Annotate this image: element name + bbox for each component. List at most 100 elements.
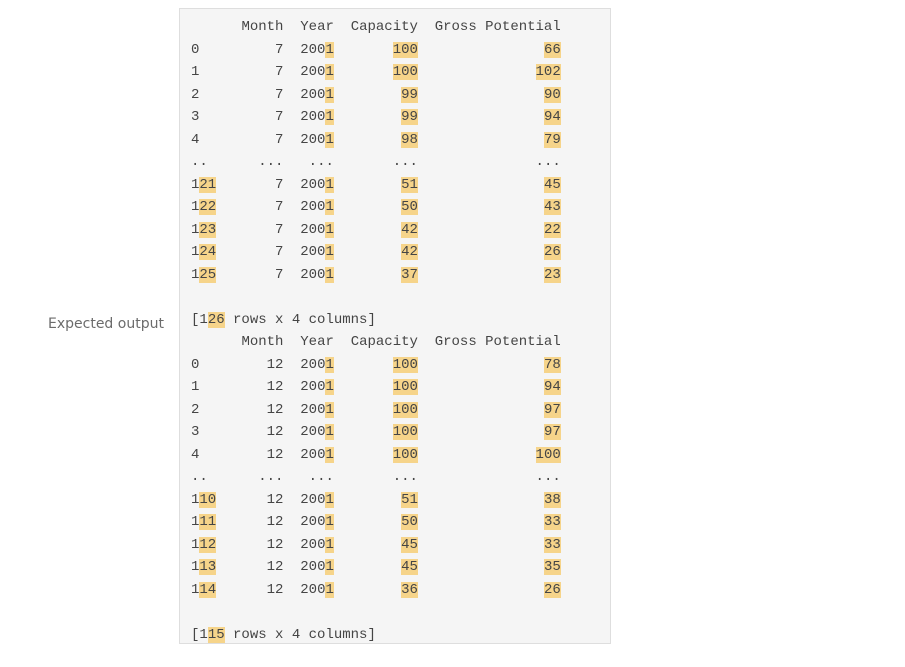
table-row: 125 7 2001 37 23 (191, 264, 561, 287)
table-cell: 51 (401, 176, 418, 193)
table-cell: 45 (401, 559, 418, 575)
table-row: 1 12 2001 100 94 (191, 376, 561, 399)
table-cell: 7 (275, 176, 284, 193)
table-cell: 97 (543, 401, 561, 418)
table-cell: 35 (543, 559, 561, 575)
table-cell: 66 (543, 41, 561, 58)
row-index: 113 (191, 559, 217, 575)
table-cell: 2001 (300, 86, 334, 103)
shape-summary: [115 rows x 4 columns] (191, 624, 561, 647)
table-row: 121 7 2001 51 45 (191, 174, 561, 197)
table-cell: 90 (543, 86, 561, 103)
row-index: 122 (191, 199, 217, 215)
table-cell: 2001 (300, 266, 334, 283)
row-index: 2 (191, 86, 200, 103)
table-row: 112 12 2001 45 33 (191, 534, 561, 557)
row-index: 4 (191, 131, 200, 148)
table-cell: 12 (266, 379, 284, 395)
table-cell: 7 (275, 221, 284, 238)
column-header: Capacity (350, 334, 418, 350)
row-index: 0 (191, 356, 200, 373)
table-cell: 2001 (300, 559, 334, 575)
table-cell: 7 (275, 86, 284, 103)
table-row: 111 12 2001 50 33 (191, 511, 561, 534)
column-header: Capacity (350, 19, 418, 35)
table-cell: 12 (266, 514, 284, 530)
column-header: Year (300, 334, 334, 350)
row-index: 4 (191, 446, 200, 463)
table-cell: 37 (401, 266, 418, 283)
table-cell: ... (535, 469, 561, 485)
table-cell: 23 (543, 266, 561, 283)
row-index: 1 (191, 64, 200, 80)
table-cell: 102 (535, 64, 561, 80)
table-cell: 2001 (300, 424, 334, 440)
table-cell: 12 (266, 401, 284, 418)
table-cell: 2001 (300, 581, 334, 598)
table-cell: 12 (266, 446, 284, 463)
row-index: 125 (191, 266, 217, 283)
table-cell: 100 (392, 424, 418, 440)
table-header-row: Month Year Capacity Gross Potential (191, 16, 561, 39)
row-index: 3 (191, 109, 200, 125)
table-cell: 100 (392, 446, 418, 463)
column-header: Month (241, 19, 284, 35)
table-cell: 12 (266, 536, 284, 553)
table-cell: 7 (275, 266, 284, 283)
table-cell: 51 (401, 491, 418, 508)
table-row: 4 7 2001 98 79 (191, 129, 561, 152)
table-cell: 79 (543, 131, 561, 148)
table-cell: 100 (392, 64, 418, 80)
row-index: 0 (191, 41, 200, 58)
table-cell: 45 (401, 536, 418, 553)
table-cell: 22 (543, 221, 561, 238)
row-index: 3 (191, 424, 200, 440)
table-row: 3 12 2001 100 97 (191, 421, 561, 444)
table-cell: 2001 (300, 491, 334, 508)
shape-summary: [126 rows x 4 columns] (191, 309, 561, 332)
table-cell: 100 (392, 379, 418, 395)
table-cell: 100 (392, 41, 418, 58)
table-cell: 99 (401, 86, 418, 103)
table-cell: 2001 (300, 379, 334, 395)
table-cell: 2001 (300, 401, 334, 418)
table-cell: ... (308, 154, 334, 170)
row-index: .. (191, 469, 208, 485)
row-index: 114 (191, 581, 217, 598)
table-cell: ... (258, 154, 284, 170)
table-row: 123 7 2001 42 22 (191, 219, 561, 242)
column-header: Month (241, 334, 284, 350)
table-cell: 97 (543, 424, 561, 440)
table-cell: 45 (543, 176, 561, 193)
table-cell: 33 (543, 536, 561, 553)
row-count: 126 (199, 311, 225, 328)
table-cell: 2001 (300, 199, 334, 215)
ellipsis-row: .. ... ... ... ... (191, 466, 561, 489)
table-cell: 42 (401, 244, 418, 260)
blank-row (191, 601, 561, 624)
row-index: .. (191, 154, 208, 170)
row-index: 112 (191, 536, 217, 553)
table-row: 2 7 2001 99 90 (191, 84, 561, 107)
output-cell: Month Year Capacity Gross Potential 0 7 2… (179, 8, 611, 644)
row-index: 2 (191, 401, 200, 418)
table-row: 0 12 2001 100 78 (191, 354, 561, 377)
expected-output-label: Expected output (48, 316, 164, 332)
table-cell: 2001 (300, 176, 334, 193)
table-cell: 98 (401, 131, 418, 148)
table-cell: ... (308, 469, 334, 485)
table-cell: 38 (543, 491, 561, 508)
column-header: Gross Potential (434, 19, 561, 35)
table-row: 3 7 2001 99 94 (191, 106, 561, 129)
row-index: 110 (191, 491, 217, 508)
table-cell: 94 (543, 109, 561, 125)
table-cell: 100 (535, 446, 561, 463)
table-row: 110 12 2001 51 38 (191, 489, 561, 512)
table-cell: 2001 (300, 356, 334, 373)
table-cell: 7 (275, 244, 284, 260)
table-cell: 7 (275, 131, 284, 148)
table-row: 113 12 2001 45 35 (191, 556, 561, 579)
table-row: 114 12 2001 36 26 (191, 579, 561, 602)
table-cell: ... (535, 154, 561, 170)
table-cell: 2001 (300, 536, 334, 553)
